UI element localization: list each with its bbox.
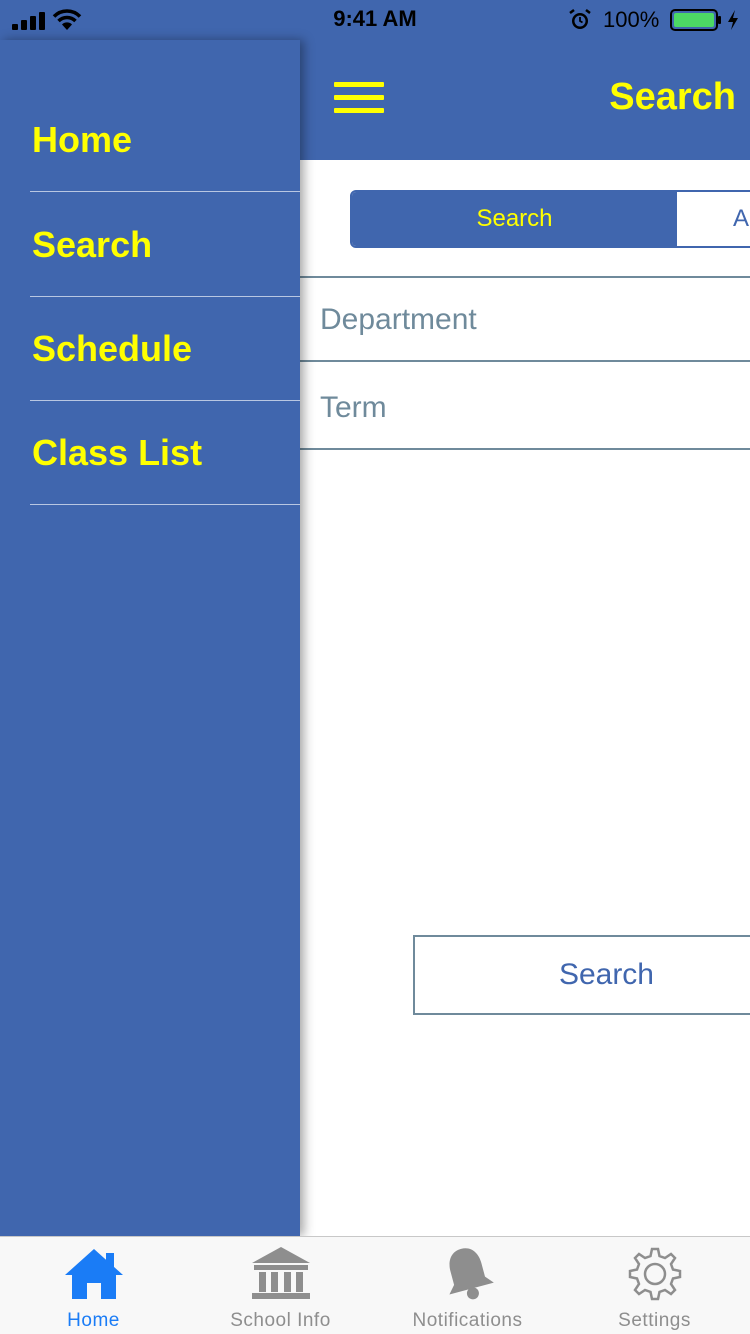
segment-second[interactable]: A (677, 192, 750, 246)
tab-home-label: Home (67, 1310, 120, 1331)
tab-settings[interactable]: Settings (561, 1237, 748, 1334)
search-button[interactable]: Search (413, 935, 750, 1015)
department-field[interactable]: Department (300, 276, 750, 362)
gear-icon (628, 1247, 681, 1301)
charging-bolt-icon (728, 10, 738, 30)
bell-icon (448, 1248, 494, 1300)
tab-school-info-label: School Info (230, 1310, 331, 1331)
main-content: Search Search A Department Term Search (300, 40, 750, 1236)
tab-settings-label: Settings (618, 1310, 691, 1331)
alarm-clock-icon (569, 9, 591, 29)
home-icon (64, 1249, 123, 1299)
tab-bar: Home School Info Notifications Settings (0, 1236, 750, 1334)
tab-notifications[interactable]: Notifications (374, 1237, 561, 1334)
segmented-control: Search A (350, 190, 750, 248)
battery-percentage: 100% (603, 7, 660, 32)
side-drawer: Home Search Schedule Class List (0, 40, 300, 1236)
status-bar: 9:41 AM 100% (0, 0, 750, 40)
drawer-item-search[interactable]: Search (30, 193, 300, 297)
tab-notifications-label: Notifications (412, 1310, 523, 1331)
tab-school-info[interactable]: School Info (187, 1237, 374, 1334)
battery-icon (670, 9, 721, 31)
nav-header: Search (300, 40, 750, 160)
tab-home[interactable]: Home (0, 1237, 187, 1334)
school-building-icon (251, 1247, 310, 1299)
page-title: Search (609, 76, 736, 118)
term-field[interactable]: Term (300, 360, 750, 450)
drawer-item-schedule[interactable]: Schedule (30, 297, 300, 401)
hamburger-menu-icon[interactable] (334, 82, 384, 118)
segment-search[interactable]: Search (352, 192, 677, 246)
drawer-item-class-list[interactable]: Class List (30, 401, 300, 505)
drawer-item-home[interactable]: Home (30, 88, 300, 192)
